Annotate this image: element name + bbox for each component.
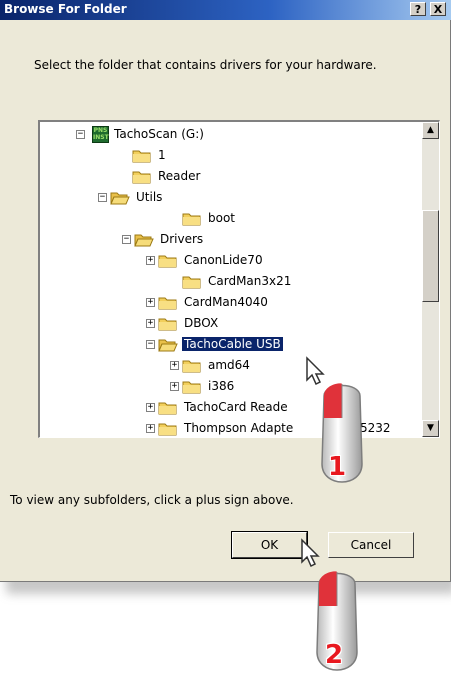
tree-item-label: TachoCable USB bbox=[182, 337, 283, 351]
instruction-text: Select the folder that contains drivers … bbox=[34, 58, 377, 72]
tree-item-label: Utils bbox=[136, 190, 163, 204]
vertical-scrollbar[interactable]: ▲ ▼ bbox=[422, 122, 439, 437]
tree-expander[interactable]: − bbox=[122, 235, 131, 244]
title-bar[interactable]: Browse For Folder ? X bbox=[0, 0, 451, 20]
scroll-down-button[interactable]: ▼ bbox=[422, 420, 439, 437]
tree-expander[interactable]: − bbox=[146, 340, 155, 349]
tree-item[interactable]: Reader bbox=[40, 167, 420, 187]
tree-item-label: boot bbox=[208, 211, 236, 225]
tree-item[interactable]: CardMan3x21 bbox=[40, 272, 420, 292]
help-button[interactable]: ? bbox=[410, 2, 426, 16]
tree-item-label: CardMan4040 bbox=[184, 295, 268, 309]
drive-icon: PNS INST bbox=[92, 126, 109, 143]
step-one-number: 1 bbox=[328, 452, 347, 482]
tree-expander[interactable]: + bbox=[146, 424, 155, 433]
tree-item-label: TachoCard Reade bbox=[184, 400, 288, 414]
tree-expander[interactable]: − bbox=[76, 130, 85, 139]
tree-item[interactable]: + CardMan4040 bbox=[40, 293, 420, 313]
step-two-number: 2 bbox=[325, 640, 344, 670]
scroll-up-button[interactable]: ▲ bbox=[422, 122, 439, 139]
tree-expander[interactable]: + bbox=[146, 403, 155, 412]
tree-item[interactable]: boot bbox=[40, 209, 420, 229]
tree-item-label: TachoScan (G:) bbox=[114, 127, 204, 141]
tree-item[interactable]: + CanonLide70 bbox=[40, 251, 420, 271]
tree-expander[interactable]: + bbox=[170, 382, 179, 391]
tree-expander[interactable]: − bbox=[98, 193, 107, 202]
tree-item-label: Thompson Adapte bbox=[184, 421, 294, 435]
tree-item[interactable]: − TachoCable USB bbox=[40, 335, 420, 355]
tree-expander[interactable]: + bbox=[170, 361, 179, 370]
close-button[interactable]: X bbox=[430, 2, 446, 16]
ok-button[interactable]: OK bbox=[231, 531, 308, 559]
tree-item-label: Reader bbox=[158, 169, 201, 183]
folder-tree[interactable]: − PNS INST TachoScan (G:) 1 Reader − Utils boot −… bbox=[38, 120, 440, 438]
tree-item-label: i386 bbox=[208, 379, 235, 393]
tree-item[interactable]: − Utils bbox=[40, 188, 420, 208]
tree-item[interactable]: − PNS INST TachoScan (G:) bbox=[40, 125, 420, 145]
tree-item-label: amd64 bbox=[208, 358, 250, 372]
tree-item-label: DBOX bbox=[184, 316, 219, 330]
tree-expander[interactable]: + bbox=[146, 256, 155, 265]
tree-item[interactable]: 1 bbox=[40, 146, 420, 166]
tree-item-label: CanonLide70 bbox=[184, 253, 263, 267]
tree-item-label: CardMan3x21 bbox=[208, 274, 292, 288]
window-title: Browse For Folder bbox=[4, 2, 127, 16]
hint-text: To view any subfolders, click a plus sig… bbox=[10, 493, 294, 507]
tree-item-label: 1 bbox=[158, 148, 166, 162]
tree-item[interactable]: − Drivers bbox=[40, 230, 420, 250]
tree-item[interactable]: + amd64 bbox=[40, 356, 420, 376]
cancel-button[interactable]: Cancel bbox=[328, 532, 414, 558]
browse-for-folder-dialog: Browse For Folder ? X Select the folder … bbox=[0, 0, 451, 582]
tree-expander[interactable]: + bbox=[146, 319, 155, 328]
scroll-thumb[interactable] bbox=[422, 210, 439, 302]
tree-expander[interactable]: + bbox=[146, 298, 155, 307]
tree-item[interactable]: + DBOX bbox=[40, 314, 420, 334]
tree-item-label: Drivers bbox=[160, 232, 204, 246]
